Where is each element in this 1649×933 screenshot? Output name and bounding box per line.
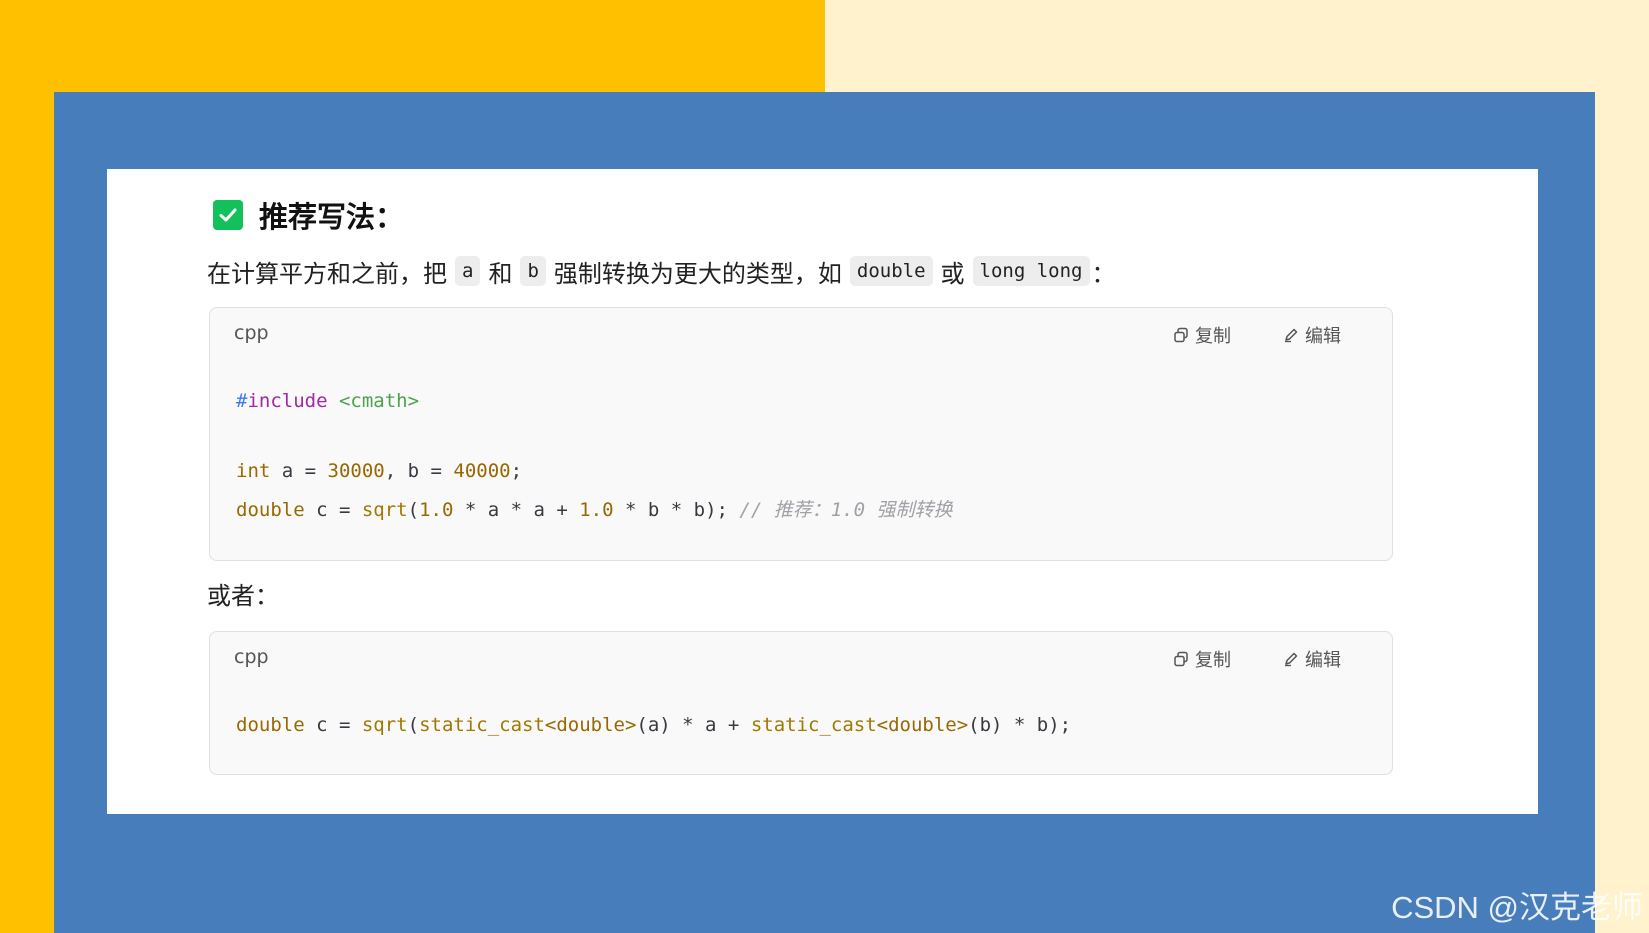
para-text: ： [1091,259,1116,288]
inline-code-long-long: long long [972,256,1090,286]
code-line-1: double c = sqrt(static_cast<double>(a) *… [236,714,1072,736]
copy-icon [1174,651,1188,667]
code-block: cpp 复制 编辑 #include <cmath> int a = 30000… [209,307,1393,561]
edit-button-label: 编辑 [1305,326,1341,347]
code-line-2: int a = 30000, b = 40000; [236,460,523,482]
para-text: 或 [940,259,965,288]
edit-icon [1285,328,1298,343]
inline-code-a: a [455,256,481,286]
code-line-3: double c = sqrt(1.0 * a * a + 1.0 * b * … [236,499,953,521]
copy-icon [1174,327,1188,343]
para-text: 强制转换为更大的类型，如 [553,259,842,288]
copy-button-label: 复制 [1195,326,1231,347]
copy-button-label: 复制 [1195,650,1231,671]
code-block: cpp 复制 编辑 double c = sqrt(static_cast<do… [209,631,1393,775]
edit-button-label: 编辑 [1305,650,1341,671]
code-language-label: cpp [234,322,269,344]
inline-code-double: double [849,256,933,286]
heading-text: 推荐写法： [259,200,405,234]
check-box-icon [213,200,243,230]
section-heading: 推荐写法： [213,195,404,235]
code-language-label: cpp [234,646,269,668]
edit-button[interactable]: 编辑 [1283,322,1341,348]
copy-button[interactable]: 复制 [1173,322,1231,348]
para-text: 和 [488,259,513,288]
description-paragraph: 在计算平方和之前，把 a 和 b 强制转换为更大的类型，如 double 或 l… [207,251,1116,291]
edit-icon [1285,652,1298,667]
alternative-label: 或者： [207,573,279,613]
code-line-1: #include <cmath> [236,390,420,412]
inline-code-b: b [520,256,546,286]
content-panel: 推荐写法： 在计算平方和之前，把 a 和 b 强制转换为更大的类型，如 doub… [107,169,1538,814]
para-text: 或者： [207,581,279,610]
para-text: 在计算平方和之前，把 [207,259,447,288]
edit-button[interactable]: 编辑 [1283,646,1341,672]
watermark: CSDN @汉克老师 [1391,890,1643,925]
copy-button[interactable]: 复制 [1173,646,1231,672]
slide-frame: 推荐写法： 在计算平方和之前，把 a 和 b 强制转换为更大的类型，如 doub… [54,92,1595,933]
